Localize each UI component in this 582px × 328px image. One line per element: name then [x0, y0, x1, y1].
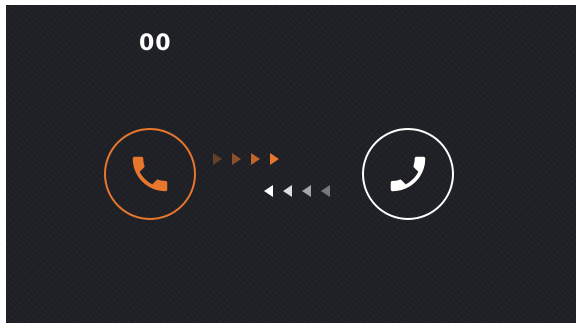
chevron-right-icon [251, 153, 260, 165]
chevron-right-icon [213, 153, 222, 165]
chevron-right-icon [270, 153, 279, 165]
chevron-right-icon [232, 153, 241, 165]
callee-phone-button[interactable] [362, 128, 454, 220]
chevron-left-icon [302, 185, 311, 197]
chevron-left-icon [264, 185, 273, 197]
caller-phone-button[interactable] [104, 128, 196, 220]
call-screen: 00 [6, 5, 576, 323]
outgoing-signal-arrows [213, 153, 279, 165]
phone-handset-icon [390, 156, 426, 192]
chevron-left-icon [283, 185, 292, 197]
chevron-left-icon [321, 185, 330, 197]
incoming-signal-arrows [264, 185, 330, 197]
call-timer: 00 [139, 31, 172, 56]
phone-handset-icon [132, 156, 168, 192]
